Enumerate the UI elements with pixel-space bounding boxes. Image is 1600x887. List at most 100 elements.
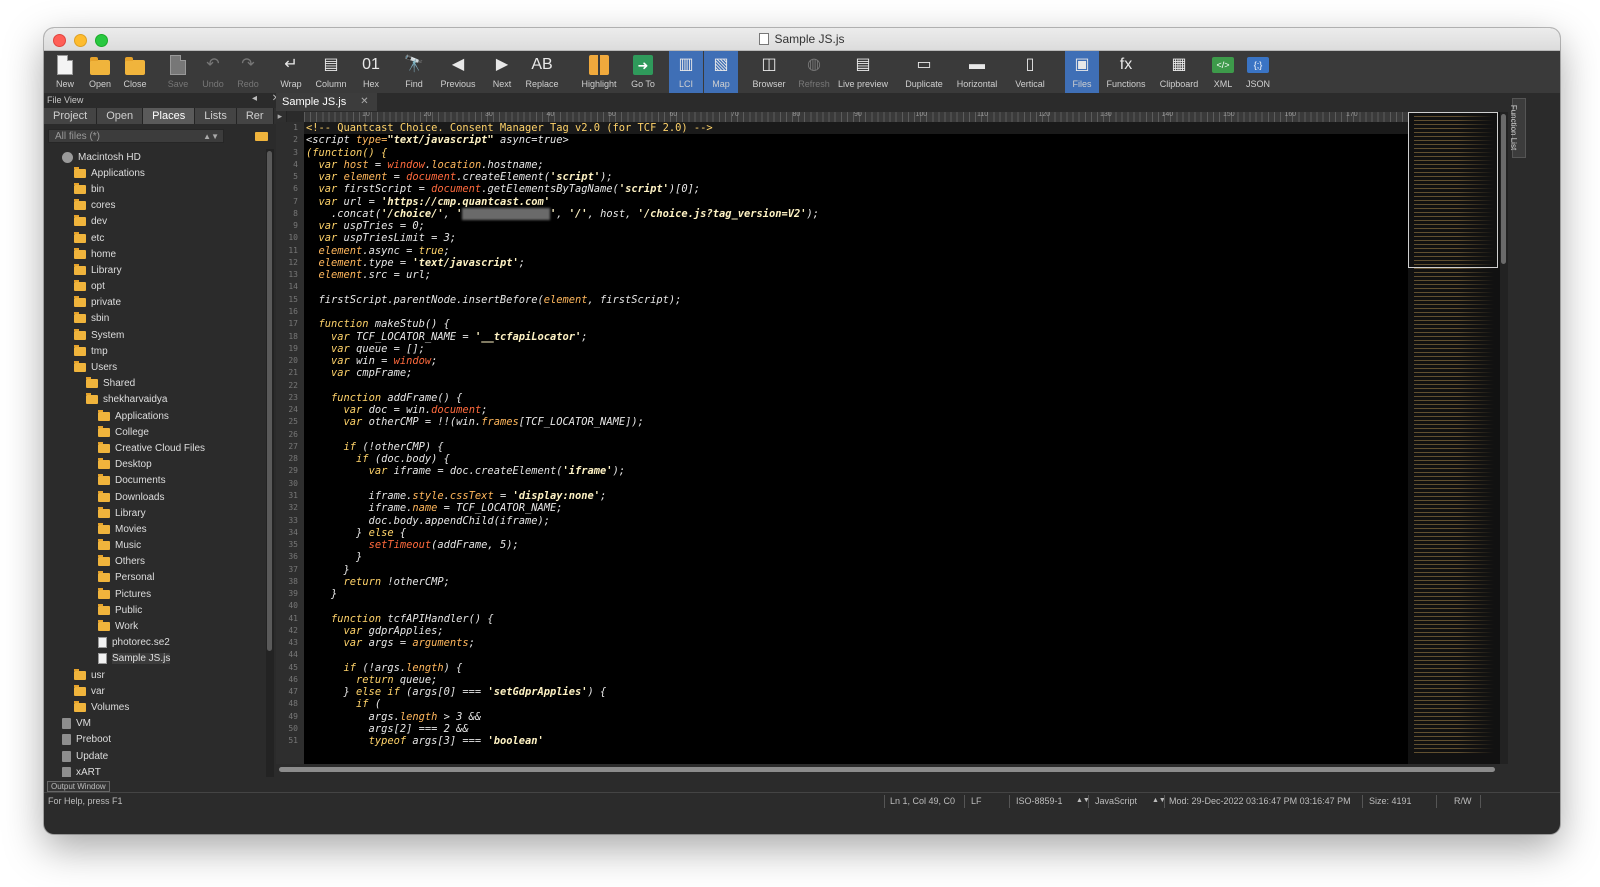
code-line[interactable]: doc.body.appendChild(iframe); bbox=[304, 515, 1408, 527]
code-line[interactable]: element.src = url; bbox=[304, 269, 1408, 281]
tab-lists[interactable]: Lists bbox=[195, 108, 237, 124]
horizontal-scrollbar[interactable] bbox=[276, 766, 1498, 774]
file-filter-select[interactable]: All files (*) ▲▼ bbox=[48, 129, 224, 143]
code-line[interactable] bbox=[304, 600, 1408, 612]
redo-button[interactable]: ↷ Redo bbox=[231, 51, 265, 93]
code-line[interactable] bbox=[304, 380, 1408, 392]
new-button[interactable]: New bbox=[48, 51, 82, 93]
tree-item[interactable]: Music bbox=[44, 538, 266, 554]
tree-item[interactable]: Movies bbox=[44, 521, 266, 537]
code-line[interactable]: iframe.name = TCF_LOCATOR_NAME; bbox=[304, 502, 1408, 514]
open-button[interactable]: Open bbox=[83, 51, 117, 93]
code-line[interactable]: } bbox=[304, 551, 1408, 563]
tree-item[interactable]: Applications bbox=[44, 408, 266, 424]
tree-item[interactable]: xART bbox=[44, 764, 266, 777]
tree-item[interactable]: opt bbox=[44, 279, 266, 295]
close-window-button[interactable] bbox=[53, 34, 66, 47]
code-line[interactable]: function tcfAPIHandler() { bbox=[304, 613, 1408, 625]
horizontal-scroll-thumb[interactable] bbox=[279, 767, 1495, 772]
tree-item[interactable]: private bbox=[44, 295, 266, 311]
previous-button[interactable]: ◀ Previous bbox=[432, 51, 484, 93]
code-line[interactable]: var otherCMP = !!(win.frames[TCF_LOCATOR… bbox=[304, 416, 1408, 428]
code-line[interactable] bbox=[304, 429, 1408, 441]
code-line[interactable] bbox=[304, 306, 1408, 318]
tree-item[interactable]: Library bbox=[44, 505, 266, 521]
output-window-tab[interactable]: Output Window bbox=[47, 781, 110, 792]
duplicate-button[interactable]: ▭ Duplicate bbox=[898, 51, 950, 93]
code-line[interactable]: return !otherCMP; bbox=[304, 576, 1408, 588]
tree-item[interactable]: etc bbox=[44, 230, 266, 246]
tree-item[interactable]: Desktop bbox=[44, 457, 266, 473]
tree-item[interactable]: Applications bbox=[44, 165, 266, 181]
code-line[interactable]: var host = window.location.hostname; bbox=[304, 159, 1408, 171]
code-line[interactable]: element.type = 'text/javascript'; bbox=[304, 257, 1408, 269]
next-button[interactable]: ▶ Next bbox=[485, 51, 519, 93]
code-line[interactable]: if ( bbox=[304, 698, 1408, 710]
code-line[interactable]: typeof args[3] === 'boolean' bbox=[304, 735, 1408, 747]
code-line[interactable]: if (!otherCMP) { bbox=[304, 441, 1408, 453]
code-line[interactable] bbox=[304, 649, 1408, 661]
files-button[interactable]: ▣ Files bbox=[1065, 51, 1099, 93]
code-line[interactable]: var iframe = doc.createElement('iframe')… bbox=[304, 465, 1408, 477]
code-line[interactable]: var win = window; bbox=[304, 355, 1408, 367]
code-line[interactable]: if (doc.body) { bbox=[304, 453, 1408, 465]
code-line[interactable]: args[2] === 2 && bbox=[304, 723, 1408, 735]
tree-item[interactable]: Downloads bbox=[44, 489, 266, 505]
tab-places[interactable]: Places bbox=[143, 108, 196, 124]
close-tab-icon[interactable]: ✕ bbox=[360, 93, 368, 111]
status-line-ending[interactable]: LF bbox=[971, 796, 982, 806]
column-button[interactable]: ▤ Column bbox=[309, 51, 353, 93]
hex-button[interactable]: 01 Hex bbox=[354, 51, 388, 93]
go-to-button[interactable]: ➜ Go To bbox=[626, 51, 660, 93]
minimize-window-button[interactable] bbox=[74, 34, 87, 47]
code-line[interactable]: var gdprApplies; bbox=[304, 625, 1408, 637]
tab-project[interactable]: Project bbox=[44, 108, 98, 124]
function-list-tab[interactable]: Function List bbox=[1509, 98, 1526, 158]
tree-item[interactable]: College bbox=[44, 424, 266, 440]
browser-button[interactable]: ◫ Browser bbox=[747, 51, 791, 93]
tree-item[interactable]: Pictures bbox=[44, 586, 266, 602]
lci-button[interactable]: ▥ LCI bbox=[669, 51, 703, 93]
code-line[interactable]: firstScript.parentNode.insertBefore(elem… bbox=[304, 294, 1408, 306]
minimap-viewport[interactable] bbox=[1408, 112, 1498, 268]
code-line[interactable]: setTimeout(addFrame, 5); bbox=[304, 539, 1408, 551]
vertical-scroll-thumb[interactable] bbox=[1501, 114, 1506, 264]
undo-button[interactable]: ↶ Undo bbox=[196, 51, 230, 93]
browse-folder-icon[interactable] bbox=[255, 132, 268, 141]
highlight-button[interactable]: Highlight bbox=[573, 51, 625, 93]
code-line[interactable] bbox=[304, 281, 1408, 293]
code-line[interactable]: } else { bbox=[304, 527, 1408, 539]
zoom-window-button[interactable] bbox=[95, 34, 108, 47]
xml-button[interactable]: </> XML bbox=[1206, 51, 1240, 93]
code-line[interactable]: if (!args.length) { bbox=[304, 662, 1408, 674]
code-line[interactable]: } bbox=[304, 588, 1408, 600]
tree-item[interactable]: Creative Cloud Files bbox=[44, 440, 266, 456]
status-encoding[interactable]: ISO-8859-1 bbox=[1016, 796, 1063, 806]
code-line[interactable]: iframe.style.cssText = 'display:none'; bbox=[304, 490, 1408, 502]
code-line[interactable]: } else if (args[0] === 'setGdprApplies')… bbox=[304, 686, 1408, 698]
code-line[interactable]: var args = arguments; bbox=[304, 637, 1408, 649]
file-tree-scroll-thumb[interactable] bbox=[267, 151, 272, 651]
vertical-scrollbar[interactable] bbox=[1500, 112, 1508, 764]
code-minimap[interactable] bbox=[1408, 112, 1500, 764]
horizontal-button[interactable]: ▬ Horizontal bbox=[951, 51, 1003, 93]
code-line[interactable]: (function() { bbox=[304, 147, 1408, 159]
functions-button[interactable]: fx Functions bbox=[1100, 51, 1152, 93]
tree-item[interactable]: Volumes bbox=[44, 699, 266, 715]
code-line[interactable]: var queue = []; bbox=[304, 343, 1408, 355]
map-button[interactable]: ▧ Map bbox=[704, 51, 738, 93]
code-line[interactable]: args.length > 3 && bbox=[304, 711, 1408, 723]
find-button[interactable]: 🔭 Find bbox=[397, 51, 431, 93]
replace-button[interactable]: AB Replace bbox=[520, 51, 564, 93]
code-line[interactable]: function addFrame() { bbox=[304, 392, 1408, 404]
tree-item[interactable]: Library bbox=[44, 262, 266, 278]
status-language[interactable]: JavaScript bbox=[1095, 796, 1137, 806]
vertical-button[interactable]: ▯ Vertical bbox=[1004, 51, 1056, 93]
tree-item[interactable]: Sample JS.js bbox=[44, 651, 266, 667]
tree-item[interactable]: Documents bbox=[44, 473, 266, 489]
close-button[interactable]: Close bbox=[118, 51, 152, 93]
tree-item[interactable]: Public bbox=[44, 602, 266, 618]
clipboard-button[interactable]: ▦ Clipboard bbox=[1153, 51, 1205, 93]
code-line[interactable]: var uspTries = 0; bbox=[304, 220, 1408, 232]
refresh-button[interactable]: ◍ Refresh bbox=[792, 51, 836, 93]
